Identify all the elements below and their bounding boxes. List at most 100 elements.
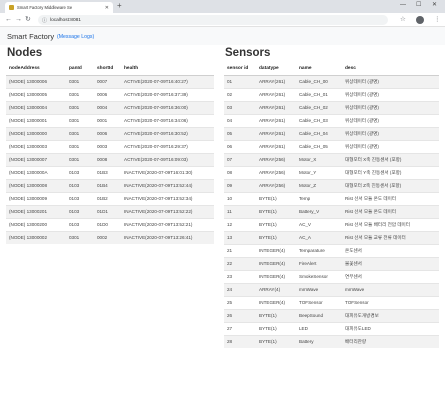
nodes-cell-health: ACTIVE(2020-07-09T16:37:39)	[121, 87, 214, 101]
reload-icon[interactable]: ↻	[25, 15, 31, 24]
sensors-column-header-datatype: datatype	[256, 63, 296, 76]
forward-icon[interactable]: →	[15, 15, 22, 24]
nodes-table-row: (NODE) 13000004 0301 0004 ACTIVE(2020-07-09…	[6, 100, 214, 114]
sensors-cell-datatype: BYTE(1)	[256, 217, 296, 231]
sensors-cell-datatype: INTEGER(4)	[256, 256, 296, 270]
nodes-cell-short-id: 0001	[94, 113, 121, 127]
bookmark-star-icon[interactable]: ☆	[400, 15, 406, 24]
nodes-table-row: (NODE) 13000007 0301 0008 ACTIVE(2020-07-09…	[6, 152, 214, 166]
sensors-table-row: 28 BYTE(1) Battery 배터리잔량	[224, 334, 439, 348]
sensors-column-header-name: name	[296, 63, 342, 76]
sensors-cell-name: TOFSensor	[296, 295, 342, 309]
sensors-cell-sensor-id: 13	[224, 230, 256, 244]
sensors-cell-sensor-id: 11	[224, 204, 256, 218]
nodes-cell-node-address: (NODE) 13000201	[6, 204, 66, 218]
sensors-cell-sensor-id: 04	[224, 113, 256, 127]
sensors-cell-desc: 대형모터 Z축 진동센서 (포항)	[342, 178, 439, 192]
sensors-cell-desc: 배터리잔량	[342, 334, 439, 348]
nodes-cell-health: ACTIVE(2020-07-09T16:34:06)	[121, 113, 214, 127]
nodes-column-header-short-id: shortId	[94, 63, 121, 76]
back-icon[interactable]: ←	[5, 15, 12, 24]
nodes-cell-short-id: 0007	[94, 74, 121, 88]
address-bar[interactable]: ⓘ localhost:8081	[38, 15, 388, 25]
nodes-cell-health: INACTIVE(2020-07-09T13:52:44)	[121, 178, 214, 192]
nodes-cell-pan-id: 0301	[66, 126, 94, 140]
brand-title[interactable]: Smart Factory	[7, 32, 54, 41]
nodes-cell-short-id: 0002	[94, 230, 121, 244]
nodes-cell-health: ACTIVE(2020-07-09T16:30:52)	[121, 126, 214, 140]
nodes-cell-short-id: 01D1	[94, 204, 121, 218]
browser-tab[interactable]: Smart Factory Middleware Se ✕	[5, 2, 113, 13]
nodes-heading: Nodes	[7, 47, 43, 59]
sensors-cell-desc: 위상데이터 (광명)	[342, 139, 439, 153]
nodes-cell-short-id: 01B3	[94, 165, 121, 179]
nodes-cell-node-address: (NODE) 13000006	[6, 74, 66, 88]
browser-menu-icon[interactable]: ⋮	[434, 15, 441, 24]
sensors-cell-desc: 위상데이터 (광명)	[342, 100, 439, 114]
nodes-table-row: (NODE) 13000008 0103 01B4 INACTIVE(2020-07-…	[6, 178, 214, 192]
nodes-cell-short-id: 0006	[94, 126, 121, 140]
nodes-cell-health: INACTIVE(2020-07-09T13:52:21)	[121, 217, 214, 231]
sensors-cell-desc: 연무센서	[342, 269, 439, 283]
sensors-cell-sensor-id: 21	[224, 243, 256, 257]
sensors-table-row: 23 INTEGER(4) SmokeSensor 연무센서	[224, 269, 439, 283]
sensors-table-row: 10 BYTE(1) Temp Rist 선서 모듈 온도 데이터	[224, 191, 439, 205]
sensors-cell-name: Temp	[296, 191, 342, 205]
sensors-cell-desc: 위상데이터 (광명)	[342, 87, 439, 101]
nodes-cell-node-address: (NODE) 1300000A	[6, 165, 66, 179]
nodes-cell-node-address: (NODE) 13000004	[6, 100, 66, 114]
sensors-cell-name: Cable_CH_01	[296, 87, 342, 101]
nodes-cell-node-address: (NODE) 13000002	[6, 230, 66, 244]
nodes-cell-pan-id: 0103	[66, 217, 94, 231]
sensors-table-row: 21 INTEGER(4) Temparature 온도센서	[224, 243, 439, 257]
minimize-icon[interactable]: —	[400, 1, 406, 10]
nodes-table-row: (NODE) 13000000 0301 0006 ACTIVE(2020-07-09…	[6, 126, 214, 140]
sensors-cell-desc: 온도센서	[342, 243, 439, 257]
sensors-cell-datatype: INTEGER(4)	[256, 269, 296, 283]
sensors-table-row: 22 INTEGER(4) FireAlert 불꽃센서	[224, 256, 439, 270]
sensors-cell-datatype: BYTE(1)	[256, 204, 296, 218]
sensors-table-row: 02 ARRAY(261) Cable_CH_01 위상데이터 (광명)	[224, 87, 439, 101]
sensors-cell-datatype: ARRAY(256)	[256, 152, 296, 166]
sensors-cell-name: AC_A	[296, 230, 342, 244]
nodes-cell-node-address: (NODE) 13000003	[6, 139, 66, 153]
maximize-icon[interactable]: ☐	[416, 1, 421, 10]
sensors-cell-name: Motor_Z	[296, 178, 342, 192]
nodes-cell-pan-id: 0301	[66, 139, 94, 153]
sensors-cell-desc: Rist 선서 모듈 온도 데이터	[342, 191, 439, 205]
close-window-icon[interactable]: ✕	[432, 1, 437, 10]
nodes-cell-pan-id: 0103	[66, 178, 94, 192]
sensors-cell-desc: Rist 선서 모듈 배터리 전압 데이터	[342, 217, 439, 231]
profile-avatar-icon[interactable]	[416, 16, 424, 24]
sensors-cell-sensor-id: 28	[224, 334, 256, 348]
sensors-table-row: 11 BYTE(1) Battery_V Rist 선서 모듈 온도 데이터	[224, 204, 439, 218]
nodes-cell-node-address: (NODE) 13000000	[6, 126, 66, 140]
sensors-cell-name: FireAlert	[296, 256, 342, 270]
sensors-cell-sensor-id: 03	[224, 100, 256, 114]
sensors-cell-datatype: BYTE(1)	[256, 230, 296, 244]
nodes-table: nodeAddress panId shortId health (NODE) 130…	[6, 63, 214, 244]
close-tab-icon[interactable]: ✕	[105, 5, 109, 11]
sensors-cell-desc: 대형모터 Y축 진동센서 (포항)	[342, 165, 439, 179]
sensors-cell-desc: Rist 선서 모듈 교류 전류 데이터	[342, 230, 439, 244]
sensors-cell-desc: TOFSensor	[342, 295, 439, 309]
sensors-cell-desc: 위상데이터 (광명)	[342, 113, 439, 127]
nodes-column-header-node-address: nodeAddress	[6, 63, 66, 76]
message-logs-link[interactable]: (Message Logs)	[57, 34, 94, 40]
nodes-cell-short-id: 0003	[94, 139, 121, 153]
sensors-table-row: 09 ARRAY(256) Motor_Z 대형모터 Z축 진동센서 (포항)	[224, 178, 439, 192]
sensors-cell-name: LED	[296, 321, 342, 335]
sensors-table-row: 07 ARRAY(256) Motor_X 대형모터 X축 진동센서 (포항)	[224, 152, 439, 166]
nodes-cell-pan-id: 0301	[66, 100, 94, 114]
sensors-cell-datatype: ARRAY(261)	[256, 87, 296, 101]
sensors-cell-sensor-id: 08	[224, 165, 256, 179]
sensors-cell-sensor-id: 27	[224, 321, 256, 335]
nodes-cell-pan-id: 0103	[66, 165, 94, 179]
sensors-cell-desc: 위상데이터 (광명)	[342, 126, 439, 140]
sensors-cell-datatype: ARRAY(261)	[256, 74, 296, 88]
sensors-cell-sensor-id: 10	[224, 191, 256, 205]
site-info-icon[interactable]: ⓘ	[42, 17, 47, 24]
sensors-cell-desc: 대피유도LED	[342, 321, 439, 335]
sensors-table-row: 01 ARRAY(261) Cable_CH_00 위상데이터 (광명)	[224, 74, 439, 88]
new-tab-icon[interactable]: +	[117, 1, 122, 11]
